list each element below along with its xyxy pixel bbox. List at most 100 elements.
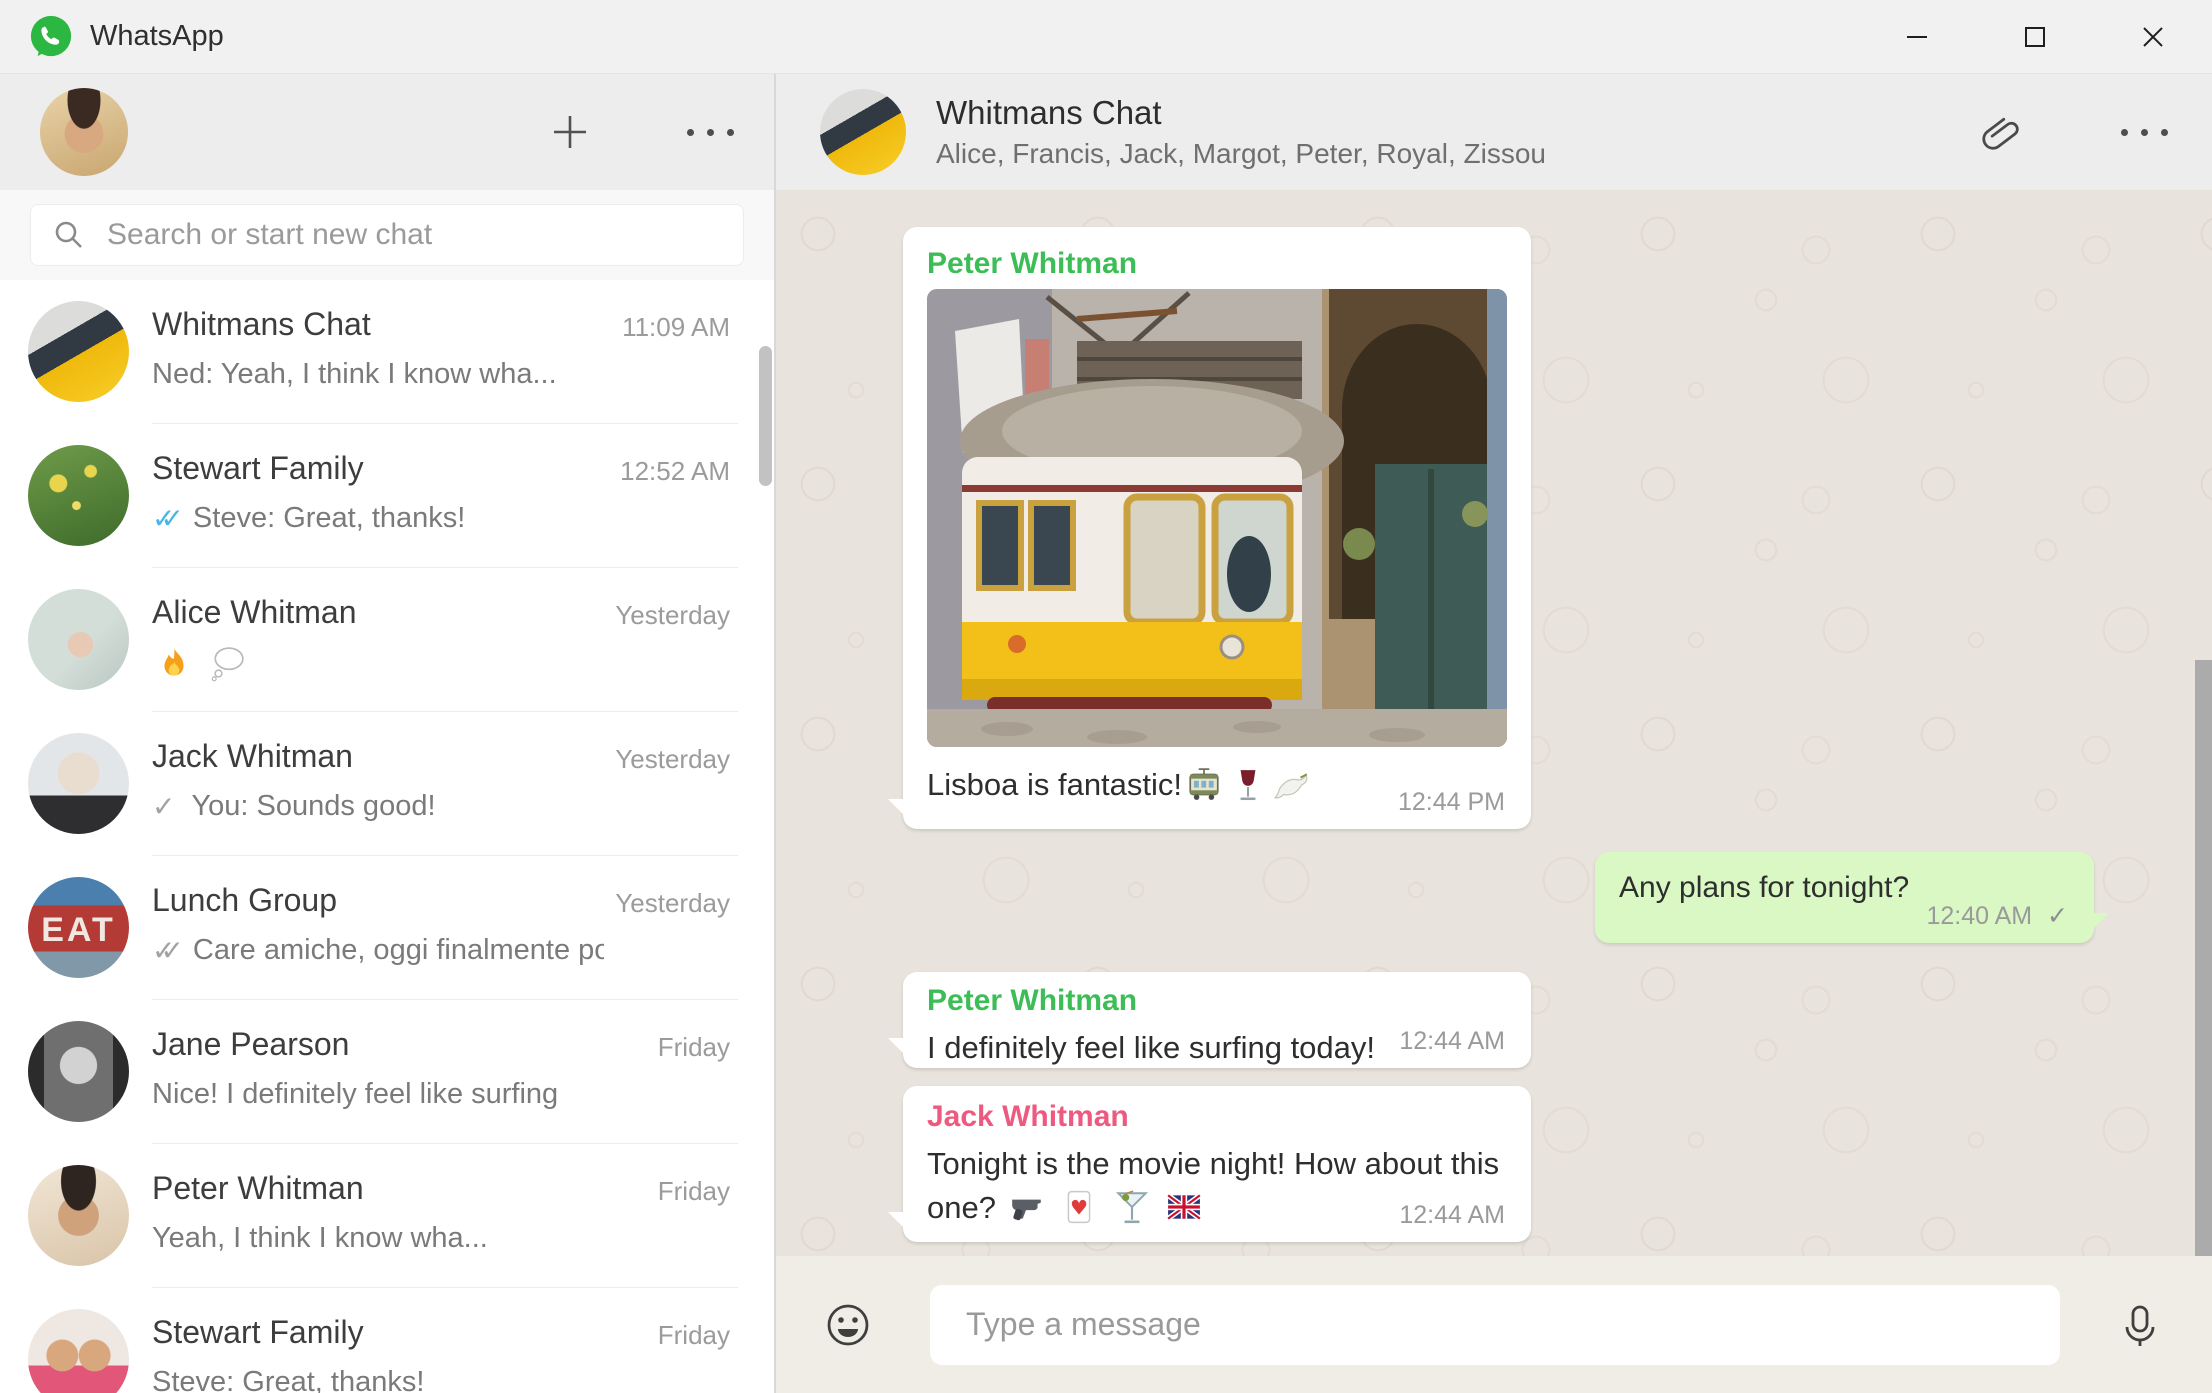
martini-glass-emoji (1114, 1189, 1150, 1225)
heart-card-emoji: ♥ (1061, 1189, 1097, 1225)
chat-preview: Steve: Great, thanks! (152, 1366, 425, 1393)
dove-emoji (1273, 767, 1310, 803)
fire-emoji (156, 646, 192, 682)
chat-avatar (28, 301, 129, 402)
chat-header-avatar[interactable] (820, 89, 906, 175)
tram-photo-art (927, 289, 1507, 747)
whatsapp-logo-icon (30, 15, 72, 56)
chat-name: Whitmans Chat (152, 306, 371, 342)
chat-row-jane-pearson[interactable]: Jane Pearson Friday Nice! I definitely f… (0, 1000, 774, 1144)
whatsapp-window: WhatsApp Search or start new chat Whitma… (0, 0, 2212, 1393)
window-controls (1858, 0, 2212, 73)
chat-avatar (28, 1309, 129, 1393)
chat-avatar (28, 445, 129, 546)
chat-time: Friday (657, 1176, 730, 1206)
chat-name: Alice Whitman (152, 594, 357, 630)
my-profile-avatar[interactable] (40, 88, 128, 176)
double-tick-blue-icon: ✓✓ (152, 503, 184, 534)
titlebar: WhatsApp (0, 0, 2212, 74)
chat-row-peter-whitman[interactable]: Peter Whitman Friday Yeah, I think I kno… (0, 1144, 774, 1288)
chat-name: Lunch Group (152, 882, 338, 918)
chat-preview: ✓✓ Care amiche, oggi finalmente posso (152, 934, 604, 966)
chat-panel: Whitmans Chat Alice, Francis, Jack, Marg… (776, 74, 2212, 1393)
chat-name: Jack Whitman (152, 738, 353, 774)
chat-row-stewart-family-2[interactable]: Stewart Family Friday Steve: Great, than… (0, 1288, 774, 1393)
chat-participants: Alice, Francis, Jack, Margot, Peter, Roy… (936, 138, 1546, 169)
sender-name: Peter Whitman (927, 984, 1138, 1017)
sidebar-scrollbar[interactable] (759, 346, 772, 486)
chat-header-actions (1979, 109, 2168, 155)
double-tick-gray-icon: ✓✓ (152, 935, 184, 966)
maximize-button[interactable] (1976, 0, 2094, 73)
minimize-button[interactable] (1858, 0, 1976, 73)
tram-photo[interactable] (927, 289, 1507, 747)
chat-avatar (28, 1021, 129, 1122)
revolver-emoji (1009, 1189, 1045, 1225)
chat-scrollbar[interactable] (2195, 660, 2212, 1256)
sidebar: Whitmans Chat 11:09 AM Ned: Yeah, I thin… (0, 74, 776, 1393)
image-caption: Lisboa is fantastic! 12:44 PM (927, 767, 1505, 816)
chat-time: Friday (657, 1320, 730, 1350)
message-outgoing[interactable]: Any plans for tonight? 12:40 AM ✓ (1595, 852, 2109, 943)
message-time: 12:44 PM (1397, 788, 1505, 816)
close-icon (2143, 26, 2163, 47)
chat-name: Jane Pearson (152, 1026, 350, 1062)
sender-name: Jack Whitman (927, 1100, 1129, 1133)
chat-avatar (28, 733, 129, 834)
chat-menu-button[interactable] (2121, 128, 2168, 136)
chat-row-jack-whitman[interactable]: Jack Whitman Yesterday ✓ You: Sounds goo… (0, 712, 774, 856)
search-box[interactable] (30, 204, 744, 266)
chat-time: 12:52 AM (620, 456, 730, 486)
maximize-icon (2025, 26, 2045, 47)
message-area: Peter Whitman Lisboa is fantastic! 12:44… (776, 190, 2212, 1256)
mic-button[interactable] (2116, 1301, 2164, 1349)
chat-preview: ✓ You: Sounds good! (152, 790, 436, 822)
chat-row-stewart-family[interactable]: Stewart Family 12:52 AM ✓✓ Steve: Great,… (0, 424, 774, 568)
chat-preview: Nice! I definitely feel like surfing (152, 1078, 559, 1110)
chat-time: 11:09 AM (622, 312, 730, 342)
chat-time: Friday (657, 1032, 730, 1062)
chat-row-alice-whitman[interactable]: Alice Whitman Yesterday (0, 568, 774, 712)
chat-name: Stewart Family (152, 1314, 364, 1350)
chat-header[interactable]: Whitmans Chat Alice, Francis, Jack, Marg… (776, 74, 2212, 190)
single-tick-icon: ✓ (152, 791, 176, 822)
chat-time: Yesterday (615, 744, 730, 774)
chat-name: Stewart Family (152, 450, 364, 486)
thought-balloon-emoji (210, 646, 246, 682)
emoji-button[interactable] (824, 1301, 872, 1349)
message-input[interactable] (964, 1305, 2026, 1344)
paperclip-icon (1982, 117, 2019, 150)
message-jack-movie-night[interactable]: Jack Whitman Tonight is the movie night!… (888, 1086, 1531, 1242)
composer (776, 1256, 2212, 1393)
app-title: WhatsApp (90, 20, 224, 52)
new-chat-button[interactable] (549, 111, 591, 153)
microphone-icon (2125, 1305, 2155, 1346)
single-tick-icon: ✓ (2040, 902, 2068, 930)
message-time-status: 12:40 AM ✓ (1926, 902, 2068, 930)
chat-row-whitmans-chat[interactable]: Whitmans Chat 11:09 AM Ned: Yeah, I thin… (0, 280, 774, 424)
search-area (0, 190, 774, 280)
chat-avatar: EAT (28, 877, 129, 978)
tram-emoji (1186, 767, 1222, 803)
chat-avatar (28, 589, 129, 690)
chat-title: Whitmans Chat (936, 94, 1162, 131)
chat-row-lunch-group[interactable]: EAT Lunch Group Yesterday ✓✓ Care amiche… (0, 856, 774, 1000)
chat-header-text[interactable]: Whitmans Chat Alice, Francis, Jack, Marg… (936, 94, 1546, 170)
uk-flag-emoji (1166, 1189, 1202, 1225)
close-button[interactable] (2094, 0, 2212, 73)
minimize-icon (1907, 35, 1927, 38)
message-input-box[interactable] (930, 1284, 2060, 1365)
sidebar-menu-button[interactable] (687, 128, 734, 136)
plus-icon (554, 116, 586, 148)
chat-list: Whitmans Chat 11:09 AM Ned: Yeah, I thin… (0, 280, 774, 1393)
message-image-peter[interactable]: Peter Whitman Lisboa is fantastic! 12:44… (888, 227, 1531, 829)
chat-time: Yesterday (615, 600, 730, 630)
chat-preview (152, 646, 604, 682)
chat-time: Yesterday (615, 888, 730, 918)
chat-preview: ✓✓ Steve: Great, thanks! (152, 502, 466, 534)
wine-glass-emoji (1230, 767, 1266, 803)
attach-button[interactable] (1979, 109, 2025, 155)
search-input[interactable] (105, 217, 721, 253)
sidebar-header (0, 74, 774, 190)
message-peter-surfing[interactable]: Peter Whitman I definitely feel like sur… (888, 972, 1531, 1068)
